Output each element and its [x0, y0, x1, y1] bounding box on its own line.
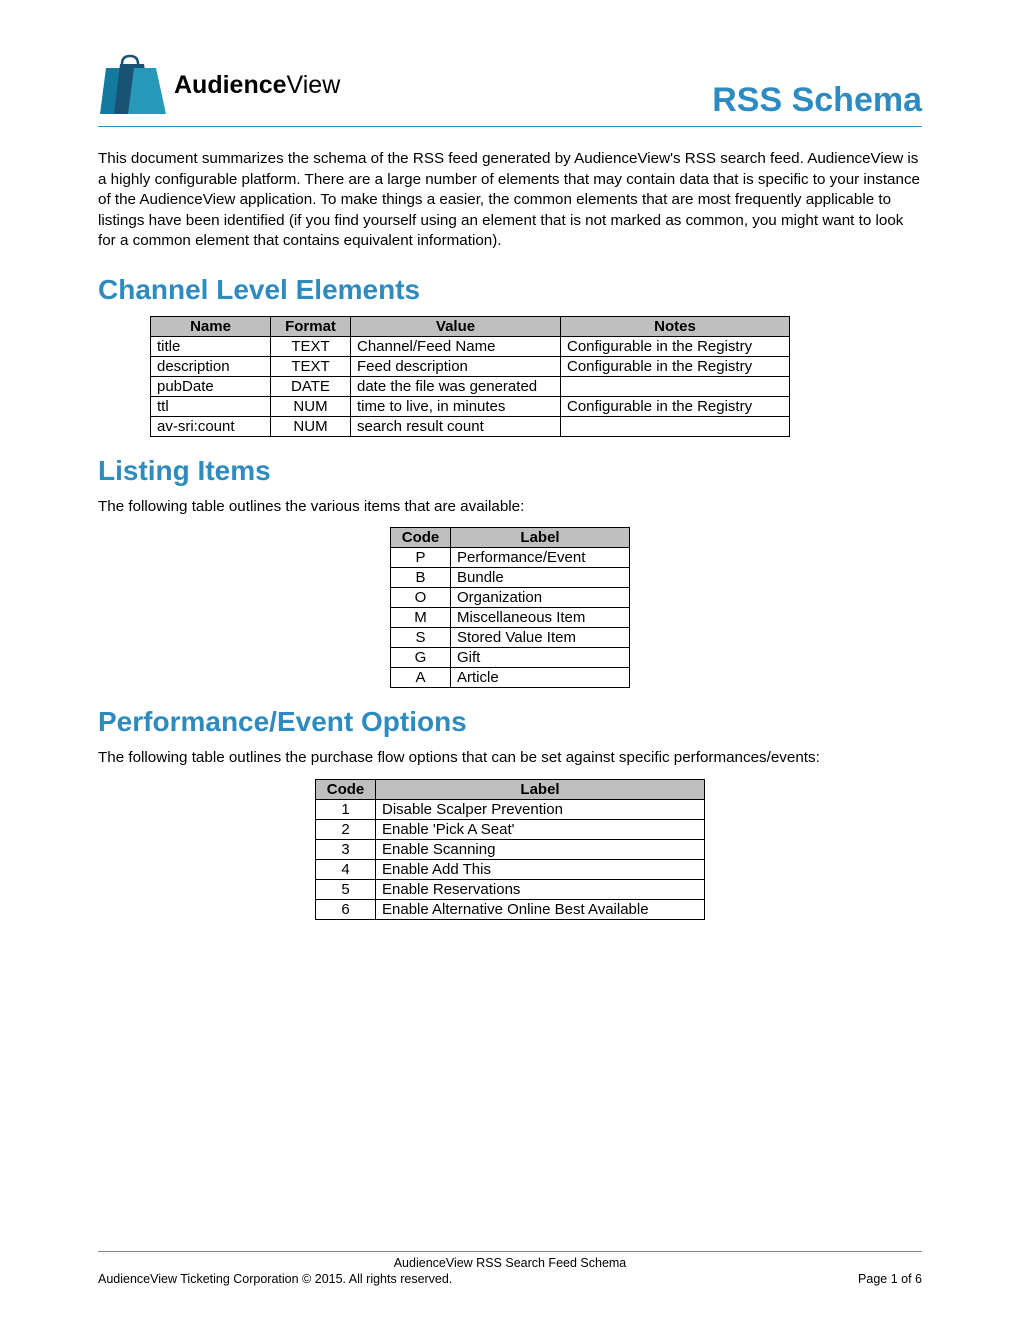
page-header: AudienceView RSS Schema — [98, 50, 922, 127]
perf-subtext: The following table outlines the purchas… — [98, 748, 922, 769]
table-row: 1Disable Scalper Prevention — [316, 799, 705, 819]
intro-paragraph: This document summarizes the schema of t… — [98, 149, 922, 252]
table-row: title TEXT Channel/Feed Name Configurabl… — [151, 336, 790, 356]
table-row: GGift — [391, 648, 630, 668]
section-heading-perf: Performance/Event Options — [98, 706, 922, 738]
th-format: Format — [271, 316, 351, 336]
table-row: 6Enable Alternative Online Best Availabl… — [316, 899, 705, 919]
table-row: av-sri:count NUM search result count — [151, 416, 790, 436]
th-code: Code — [316, 779, 376, 799]
channel-elements-table: Name Format Value Notes title TEXT Chann… — [150, 316, 790, 437]
table-row: OOrganization — [391, 588, 630, 608]
table-row: PPerformance/Event — [391, 548, 630, 568]
table-row: ttl NUM time to live, in minutes Configu… — [151, 396, 790, 416]
th-label: Label — [451, 528, 630, 548]
section-heading-channel: Channel Level Elements — [98, 274, 922, 306]
section-heading-listing: Listing Items — [98, 455, 922, 487]
footer-page-number: Page 1 of 6 — [858, 1272, 922, 1286]
table-row: 5Enable Reservations — [316, 879, 705, 899]
footer-copyright: AudienceView Ticketing Corporation © 201… — [98, 1272, 452, 1286]
logo-text: AudienceView — [174, 71, 340, 100]
logo: AudienceView — [98, 50, 340, 120]
table-row: AArticle — [391, 668, 630, 688]
table-row: description TEXT Feed description Config… — [151, 356, 790, 376]
table-row: MMiscellaneous Item — [391, 608, 630, 628]
table-row: SStored Value Item — [391, 628, 630, 648]
th-notes: Notes — [561, 316, 790, 336]
th-name: Name — [151, 316, 271, 336]
listing-items-table: Code Label PPerformance/Event BBundle OO… — [390, 527, 630, 688]
table-row: 2Enable 'Pick A Seat' — [316, 819, 705, 839]
shopping-bag-icon — [98, 50, 168, 120]
table-row: 3Enable Scanning — [316, 839, 705, 859]
table-row: pubDate DATE date the file was generated — [151, 376, 790, 396]
logo-text-bold: Audience — [174, 71, 287, 99]
table-row: BBundle — [391, 568, 630, 588]
performance-options-table: Code Label 1Disable Scalper Prevention 2… — [315, 779, 705, 920]
document-title: RSS Schema — [712, 81, 922, 120]
listing-subtext: The following table outlines the various… — [98, 497, 922, 518]
th-label: Label — [376, 779, 705, 799]
th-value: Value — [351, 316, 561, 336]
th-code: Code — [391, 528, 451, 548]
page-footer: AudienceView RSS Search Feed Schema Audi… — [98, 1251, 922, 1286]
table-row: 4Enable Add This — [316, 859, 705, 879]
logo-text-light: View — [287, 71, 341, 99]
footer-title: AudienceView RSS Search Feed Schema — [98, 1256, 922, 1270]
